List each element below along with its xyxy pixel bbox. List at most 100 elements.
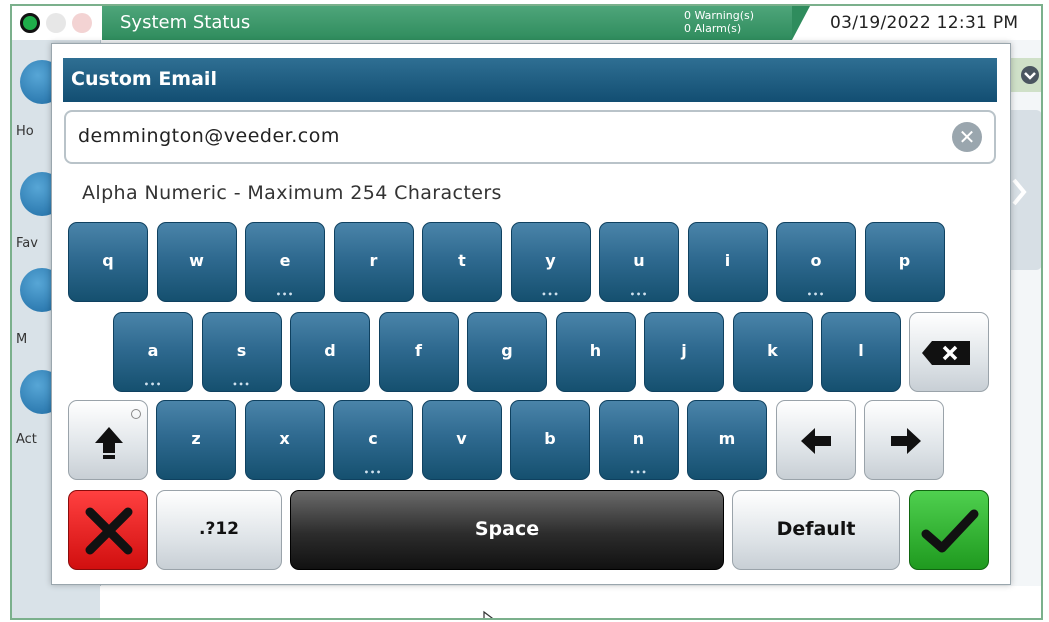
key-k[interactable]: k [732,312,813,392]
key-v[interactable]: v [421,400,502,480]
key-label: k [767,341,778,360]
default-label: Default [776,518,856,540]
key-label: m [718,429,736,448]
dropdown-tab[interactable] [1006,58,1041,92]
title-segment: System Status 0 Warning(s) 0 Alarm(s) [102,6,810,40]
key-label: x [279,429,290,448]
key-s[interactable]: s ••• [201,312,282,392]
default-button[interactable]: Default [732,490,900,570]
key-r[interactable]: r [333,222,414,302]
bottom-area [100,586,1041,618]
caps-indicator-icon [131,409,141,419]
cursor-left-button[interactable] [776,400,856,480]
accept-button[interactable] [909,490,989,570]
clear-icon[interactable]: ✕ [952,122,982,152]
custom-email-dialog: Custom Email demmington@veeder.com ✕ Alp… [51,43,1011,585]
checkmark-icon [921,509,979,553]
email-input[interactable]: demmington@veeder.com ✕ [64,110,996,164]
key-j[interactable]: j [644,312,724,392]
more-options-icon: ••• [232,380,251,389]
more-options-icon: ••• [363,468,383,477]
key-label: i [724,251,731,270]
key-label: w [189,251,204,270]
more-options-icon: ••• [143,380,163,389]
status-light-pink-icon [72,13,92,33]
cancel-button[interactable] [68,490,148,570]
status-light-green-icon [20,13,40,33]
dialog-title: Custom Email [71,68,217,90]
alert-summary[interactable]: 0 Warning(s) 0 Alarm(s) [684,9,754,35]
key-label: t [458,251,466,270]
key-t[interactable]: t [422,222,502,302]
key-u[interactable]: u ••• [599,222,679,302]
key-g[interactable]: g [467,312,547,392]
arrow-right-icon [891,428,921,454]
symbols-label: .?12 [199,519,239,539]
shift-icon [95,427,123,459]
key-h[interactable]: h [555,312,636,392]
key-label: l [858,341,864,360]
key-f[interactable]: f [378,312,459,392]
space-button[interactable]: Space [290,490,724,570]
key-label: d [324,341,336,360]
key-d[interactable]: d [290,312,370,392]
key-label: e [279,251,291,270]
key-label: v [456,429,467,448]
key-p[interactable]: p [864,222,945,302]
key-o[interactable]: o ••• [776,222,856,302]
sidebar-item-home[interactable]: Ho [16,124,34,139]
more-options-icon: ••• [541,290,560,299]
key-label: o [810,251,822,270]
sidebar-item-menu[interactable]: M [16,332,27,347]
key-i[interactable]: i [687,222,768,302]
symbols-button[interactable]: .?12 [156,490,282,570]
shift-button[interactable] [68,400,148,480]
more-options-icon: ••• [629,468,648,477]
key-label: j [681,341,687,360]
key-w[interactable]: w [156,222,237,302]
space-label: Space [474,518,540,540]
key-label: p [898,251,911,270]
x-icon [85,507,133,555]
arrow-left-icon [801,428,831,454]
key-label: a [147,341,159,360]
alarm-count: 0 Alarm(s) [684,22,742,35]
key-q[interactable]: q [68,222,148,302]
mouse-pointer-icon [483,610,493,618]
app-title: System Status [120,12,251,33]
backspace-button[interactable] [909,312,989,392]
email-value: demmington@veeder.com [78,125,340,147]
backspace-icon [922,341,970,365]
key-label: r [369,251,378,270]
screen: System Status 0 Warning(s) 0 Alarm(s) 03… [10,4,1043,620]
key-label: b [544,429,556,448]
key-l[interactable]: l [821,312,901,392]
key-n[interactable]: n ••• [598,400,679,480]
warning-count: 0 Warning(s) [684,9,755,22]
key-label: q [102,251,114,270]
key-label: s [236,341,247,360]
top-bar: System Status 0 Warning(s) 0 Alarm(s) 03… [12,6,1041,40]
key-y[interactable]: y ••• [510,222,591,302]
key-a[interactable]: a ••• [113,312,193,392]
key-z[interactable]: z [156,400,236,480]
key-label: h [589,341,602,360]
key-x[interactable]: x [244,400,325,480]
status-light-gray-icon [46,13,66,33]
key-label: n [632,429,645,448]
key-label: u [633,251,645,270]
key-e[interactable]: e ••• [245,222,325,302]
more-options-icon: ••• [629,290,649,299]
chevron-down-icon [1021,66,1039,84]
key-label: z [191,429,201,448]
key-c[interactable]: c ••• [333,400,413,480]
key-b[interactable]: b [510,400,590,480]
sidebar-item-favorites[interactable]: Fav [16,236,38,251]
datetime: 03/19/2022 12:31 PM [830,13,1019,33]
more-options-icon: ••• [275,290,295,299]
cursor-right-button[interactable] [864,400,944,480]
key-label: c [368,429,378,448]
sidebar-item-actions[interactable]: Act [16,432,37,447]
more-options-icon: ••• [806,290,826,299]
key-m[interactable]: m [687,400,767,480]
